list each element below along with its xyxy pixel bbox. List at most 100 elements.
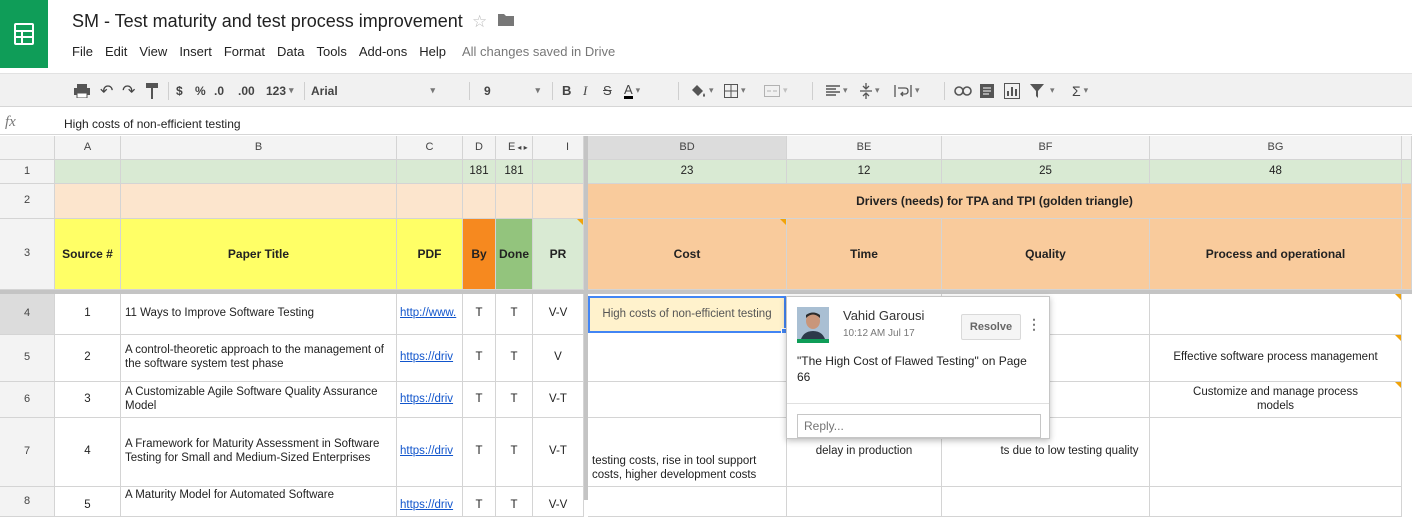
row-header-1[interactable]: 1 (0, 160, 55, 184)
col-header-bg[interactable]: BG (1150, 136, 1402, 160)
cell-i7[interactable]: V-T (533, 418, 584, 487)
cell-bf8[interactable] (942, 487, 1150, 517)
cell-next1[interactable] (1402, 160, 1412, 184)
cell-d8[interactable]: T (463, 487, 496, 517)
font-size-select[interactable]: 9 ▾ (484, 74, 546, 107)
cell-bf1[interactable]: 25 (942, 160, 1150, 184)
font-family-select[interactable]: Arial ▾ (311, 74, 441, 107)
undo-icon[interactable]: ↶ (100, 74, 113, 107)
folder-icon[interactable] (498, 13, 514, 29)
paint-format-icon[interactable] (146, 74, 158, 107)
cell-bg4[interactable] (1150, 294, 1402, 335)
cell-bg1[interactable]: 48 (1150, 160, 1402, 184)
cell-c8-link[interactable]: https://driv (397, 487, 463, 517)
menu-tools[interactable]: Tools (316, 44, 346, 59)
cell-c7-link[interactable]: https://driv (397, 418, 463, 487)
col-header-d[interactable]: D (463, 136, 496, 160)
fill-color-icon[interactable] (690, 74, 714, 107)
bold-button[interactable]: B (562, 74, 571, 107)
header-quality[interactable]: Quality (942, 219, 1150, 290)
cell-a5[interactable]: 2 (55, 335, 121, 382)
hidden-columns-arrows-icon[interactable]: ◂ ▸ (517, 143, 527, 153)
col-header-bd[interactable]: BD (588, 136, 787, 160)
cell-c4-link[interactable]: http://www. (397, 294, 463, 335)
cell-b7[interactable]: A Framework for Maturity Assessment in S… (121, 418, 397, 487)
cell-bg7[interactable] (1150, 418, 1402, 487)
cell-c5-link[interactable]: https://driv (397, 335, 463, 382)
col-header-a[interactable]: A (55, 136, 121, 160)
cell-e6[interactable]: T (496, 382, 533, 418)
cell-i5[interactable]: V (533, 335, 584, 382)
filter-chevron-down-icon[interactable]: ▾ (1050, 74, 1055, 107)
col-header-next[interactable] (1402, 136, 1412, 160)
cell-bd6[interactable] (588, 382, 787, 418)
menu-insert[interactable]: Insert (179, 44, 212, 59)
cell-b8[interactable]: A Maturity Model for Automated Software (121, 487, 397, 517)
cell-i6[interactable]: V-T (533, 382, 584, 418)
save-status[interactable]: All changes saved in Drive (462, 44, 615, 59)
header-source[interactable]: Source # (55, 219, 121, 290)
merge-cells-icon[interactable] (764, 74, 788, 107)
header-paper-title[interactable]: Paper Title (121, 219, 397, 290)
text-color-button[interactable]: A (624, 74, 640, 107)
cell-a7[interactable]: 4 (55, 418, 121, 487)
header-process-operational[interactable]: Process and operational (1150, 219, 1402, 290)
cell-drivers-banner[interactable]: Drivers (needs) for TPA and TPI (golden … (588, 184, 1402, 219)
col-header-e[interactable]: E ◂ ▸ (496, 136, 533, 160)
cell-next3[interactable] (1402, 219, 1412, 290)
borders-icon[interactable] (724, 74, 746, 107)
insert-chart-icon[interactable] (1004, 74, 1020, 107)
cell-be8[interactable] (787, 487, 942, 517)
italic-button[interactable]: I (583, 74, 587, 107)
header-done[interactable]: Done (496, 219, 533, 290)
strikethrough-button[interactable]: S (603, 74, 612, 107)
col-header-b[interactable]: B (121, 136, 397, 160)
frozen-rows-divider[interactable] (0, 290, 1412, 294)
cell-bg5[interactable]: Effective software process management (1150, 335, 1402, 382)
header-pr[interactable]: PR (533, 219, 584, 290)
cell-b6[interactable]: A Customizable Agile Software Quality As… (121, 382, 397, 418)
col-header-be[interactable]: BE (787, 136, 942, 160)
horizontal-align-icon[interactable] (826, 74, 848, 107)
cell-e4[interactable]: T (496, 294, 533, 335)
decrease-decimals-button[interactable]: .0 (214, 74, 224, 107)
cell-next2[interactable] (1402, 184, 1412, 219)
cell-bg8[interactable] (1150, 487, 1402, 517)
col-header-bf[interactable]: BF (942, 136, 1150, 160)
cell-c6-link[interactable]: https://driv (397, 382, 463, 418)
sheets-logo-icon[interactable] (0, 0, 48, 68)
select-all-corner[interactable] (0, 136, 55, 160)
cell-d4[interactable]: T (463, 294, 496, 335)
document-title[interactable]: SM - Test maturity and test process impr… (72, 11, 463, 32)
menu-view[interactable]: View (139, 44, 167, 59)
menu-format[interactable]: Format (224, 44, 265, 59)
cell-d2[interactable] (463, 184, 496, 219)
vertical-align-icon[interactable] (860, 74, 880, 107)
cell-a4[interactable]: 1 (55, 294, 121, 335)
cell-i8[interactable]: V-V (533, 487, 584, 517)
cell-a6[interactable]: 3 (55, 382, 121, 418)
cell-a8[interactable]: 5 (55, 487, 121, 517)
text-wrap-icon[interactable] (894, 74, 920, 107)
cell-i2[interactable] (533, 184, 584, 219)
row-header-2[interactable]: 2 (0, 184, 55, 219)
cell-a2[interactable] (55, 184, 121, 219)
insert-link-icon[interactable] (954, 74, 972, 107)
cell-i4[interactable]: V-V (533, 294, 584, 335)
selected-cell-bd4[interactable]: High costs of non-efficient testing (588, 296, 786, 333)
cell-e8[interactable]: T (496, 487, 533, 517)
reply-input[interactable] (797, 414, 1041, 438)
cell-bg6[interactable]: Customize and manage process models (1150, 382, 1402, 418)
cell-b4[interactable]: 11 Ways to Improve Software Testing (121, 294, 397, 335)
cell-bd1[interactable]: 23 (588, 160, 787, 184)
header-by[interactable]: By (463, 219, 496, 290)
col-header-c[interactable]: C (397, 136, 463, 160)
increase-decimals-button[interactable]: .00 (238, 74, 255, 107)
header-cost[interactable]: Cost (588, 219, 787, 290)
menu-help[interactable]: Help (419, 44, 446, 59)
cell-c2[interactable] (397, 184, 463, 219)
functions-button[interactable]: Σ (1072, 74, 1088, 107)
cell-bd7[interactable]: testing costs, rise in tool support cost… (588, 418, 787, 487)
cell-c1[interactable] (397, 160, 463, 184)
menu-file[interactable]: File (72, 44, 93, 59)
